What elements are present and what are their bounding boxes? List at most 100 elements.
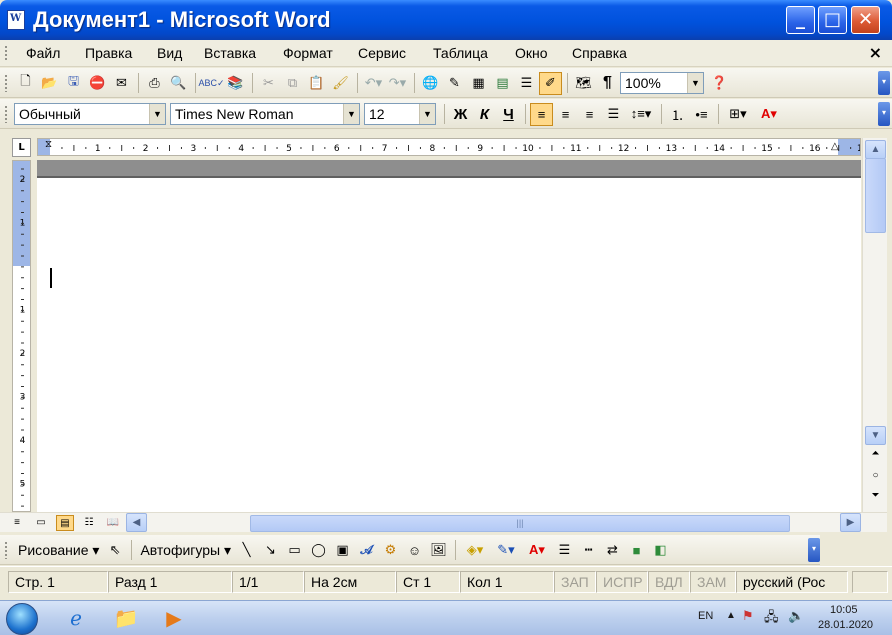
align-center-icon[interactable]: ≡: [554, 103, 577, 126]
status-overtype[interactable]: ЗАМ: [690, 571, 736, 593]
maximize-button[interactable]: □: [818, 6, 847, 34]
columns-icon[interactable]: ☰: [515, 72, 538, 95]
horizontal-ruler[interactable]: 1234567891011121314151617 ⧖ △: [37, 138, 861, 156]
menu-help[interactable]: Справка: [572, 45, 627, 61]
line-style-icon[interactable]: ☰: [553, 539, 576, 562]
undo-icon[interactable]: ↶▾: [362, 72, 385, 95]
draw-menu-button[interactable]: Рисование ▾: [14, 542, 103, 559]
first-line-indent-icon[interactable]: ⧖: [45, 139, 52, 150]
menu-file[interactable]: Файл: [26, 45, 60, 61]
line-icon[interactable]: ╲: [235, 539, 258, 562]
bullets-icon[interactable]: •≡: [690, 103, 713, 126]
spelling-icon[interactable]: ABC✓: [198, 72, 224, 95]
scroll-up-icon[interactable]: ▲: [865, 140, 886, 159]
menu-table[interactable]: Таблица: [433, 45, 488, 61]
scroll-right-icon[interactable]: ▶: [840, 513, 861, 532]
internet-explorer-icon[interactable]: ℯ: [58, 604, 94, 634]
media-player-icon[interactable]: ▶: [156, 604, 192, 634]
select-browse-object-icon[interactable]: ○: [867, 470, 884, 488]
network-icon[interactable]: 🖧: [764, 608, 779, 630]
line-color-icon[interactable]: ✎▾: [491, 539, 521, 562]
help-icon[interactable]: ❓: [708, 72, 731, 95]
font-size-select[interactable]: 12 ▼: [364, 103, 436, 125]
toolbar-grip-icon[interactable]: [4, 74, 8, 92]
justify-icon[interactable]: ☰: [602, 103, 625, 126]
bold-button[interactable]: Ж: [449, 103, 472, 126]
arrow-icon[interactable]: ↘: [259, 539, 282, 562]
print-layout-icon[interactable]: ▤: [56, 515, 74, 531]
format-painter-icon[interactable]: 🖌: [329, 72, 352, 95]
toolbar-options-icon[interactable]: ▾: [878, 102, 890, 126]
language-indicator[interactable]: EN: [698, 610, 713, 622]
web-layout-icon[interactable]: ▭: [32, 515, 50, 531]
status-extend[interactable]: ВДЛ: [648, 571, 690, 593]
3d-icon[interactable]: ◧: [649, 539, 672, 562]
font-color-draw-icon[interactable]: A▾: [522, 539, 552, 562]
document-map-icon[interactable]: 🗺: [572, 72, 595, 95]
rectangle-icon[interactable]: ▭: [283, 539, 306, 562]
outline-view-icon[interactable]: ☷: [80, 515, 98, 531]
start-button[interactable]: [6, 603, 38, 635]
save-icon[interactable]: 🖫: [62, 72, 85, 95]
italic-button[interactable]: К: [473, 103, 496, 126]
underline-button[interactable]: Ч: [497, 103, 520, 126]
insert-table-icon[interactable]: ▦: [467, 72, 490, 95]
toolbar-grip-icon[interactable]: [4, 541, 8, 559]
email-icon[interactable]: ✉: [110, 72, 133, 95]
print-icon[interactable]: ⎙: [143, 72, 166, 95]
scroll-thumb[interactable]: [865, 158, 886, 233]
arrow-style-icon[interactable]: ⇄: [601, 539, 624, 562]
vertical-scrollbar[interactable]: ▲ ▼ ⏶ ○ ⏷: [862, 138, 887, 512]
align-right-icon[interactable]: ≡: [578, 103, 601, 126]
menu-tools[interactable]: Сервис: [358, 45, 406, 61]
hyperlink-icon[interactable]: 🌐: [419, 72, 442, 95]
font-select[interactable]: Times New Roman ▼: [170, 103, 360, 125]
chevron-down-icon[interactable]: ▼: [419, 104, 435, 124]
menu-format[interactable]: Формат: [283, 45, 333, 61]
align-left-icon[interactable]: ≡: [530, 102, 553, 126]
status-language[interactable]: русский (Рос: [736, 571, 848, 593]
menu-view[interactable]: Вид: [157, 45, 182, 61]
wordart-icon[interactable]: 𝒜: [355, 539, 378, 562]
chevron-down-icon[interactable]: ▼: [149, 104, 165, 124]
open-icon[interactable]: 📂: [38, 72, 61, 95]
oval-icon[interactable]: ◯: [307, 539, 330, 562]
vertical-ruler[interactable]: 2112345: [12, 160, 31, 512]
style-select[interactable]: Обычный ▼: [14, 103, 166, 125]
right-indent-icon[interactable]: △: [831, 141, 839, 152]
minimize-button[interactable]: _: [786, 6, 815, 34]
show-formatting-icon[interactable]: ¶: [596, 72, 619, 95]
cut-icon[interactable]: ✂: [257, 72, 280, 95]
clock-time[interactable]: 10:05: [830, 604, 858, 616]
picture-icon[interactable]: 🖼: [427, 539, 450, 562]
scroll-left-icon[interactable]: ◀: [126, 513, 147, 532]
numbering-icon[interactable]: ⒈: [666, 103, 689, 126]
normal-view-icon[interactable]: ≡: [8, 515, 26, 531]
print-preview-icon[interactable]: 🔍: [167, 72, 190, 95]
shadow-icon[interactable]: ■: [625, 539, 648, 562]
chevron-down-icon[interactable]: ▼: [343, 104, 359, 124]
menu-window[interactable]: Окно: [515, 45, 548, 61]
status-record[interactable]: ЗАП: [554, 571, 596, 593]
show-hidden-icons-icon[interactable]: ▲: [726, 610, 736, 621]
toolbar-grip-icon[interactable]: [4, 105, 8, 123]
next-page-icon[interactable]: ⏷: [867, 490, 884, 508]
toolbar-options-icon[interactable]: ▾: [808, 538, 820, 562]
redo-icon[interactable]: ↷▾: [386, 72, 409, 95]
research-icon[interactable]: 📚: [224, 72, 247, 95]
document-page[interactable]: [37, 160, 861, 512]
copy-icon[interactable]: ⧉: [281, 72, 304, 95]
diagram-icon[interactable]: ⚙: [379, 539, 402, 562]
chevron-down-icon[interactable]: ▼: [687, 73, 703, 93]
drawing-icon[interactable]: ✐: [539, 71, 562, 95]
insert-excel-icon[interactable]: ▤: [491, 72, 514, 95]
title-bar[interactable]: W Документ1 - Microsoft Word _ □ ✕: [0, 0, 892, 40]
text-box-icon[interactable]: ▣: [331, 539, 354, 562]
permission-icon[interactable]: ⛔: [86, 72, 109, 95]
autoshapes-button[interactable]: Автофигуры ▾: [136, 542, 235, 559]
borders-icon[interactable]: ⊞▾: [723, 103, 753, 126]
word-doc-icon[interactable]: W: [7, 10, 25, 30]
status-track-changes[interactable]: ИСПР: [596, 571, 648, 593]
menu-insert[interactable]: Вставка: [204, 45, 256, 61]
close-button[interactable]: ✕: [851, 6, 880, 34]
